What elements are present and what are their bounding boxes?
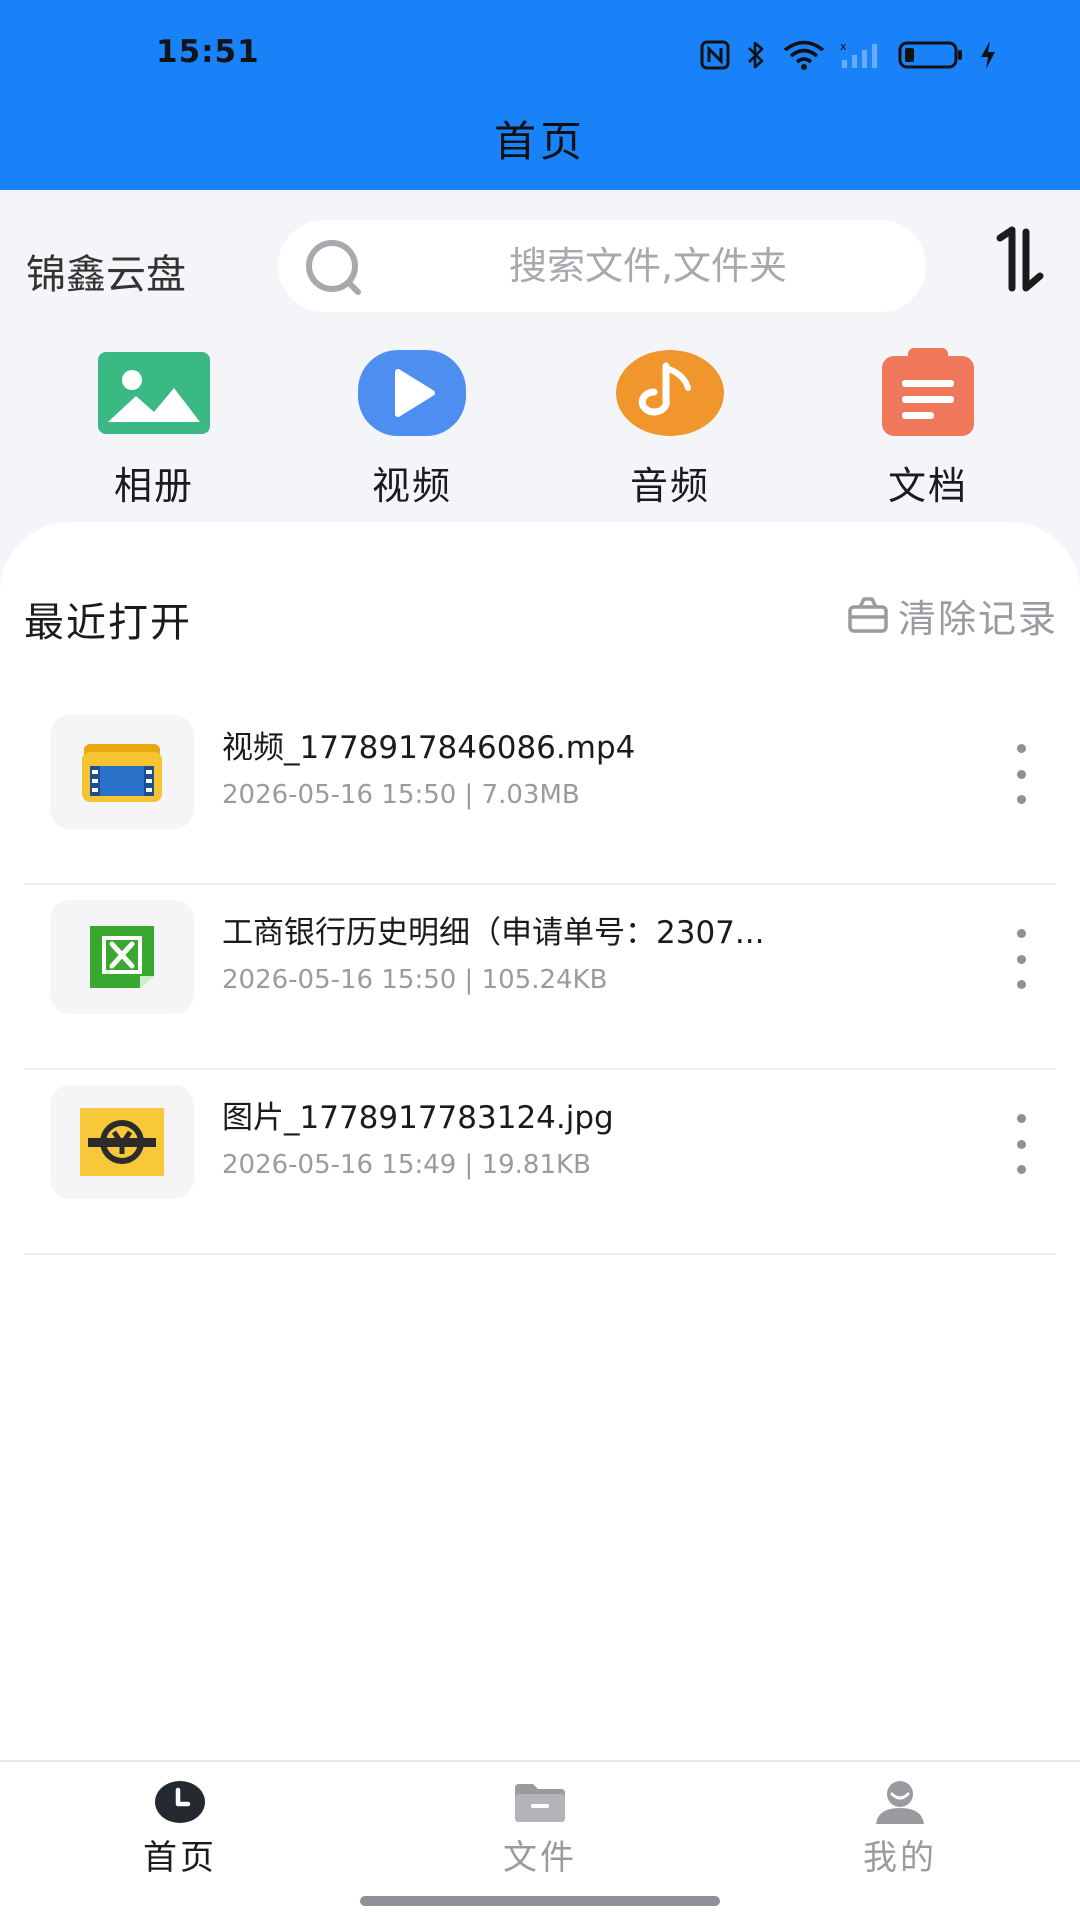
video-icon	[358, 349, 466, 436]
folder-icon	[515, 1784, 565, 1822]
nav-home[interactable]: 首页	[90, 1780, 270, 1890]
brand-name: 锦鑫云盘	[26, 252, 186, 298]
category-document[interactable]: 文档	[828, 340, 1028, 510]
image-file-icon	[80, 1108, 164, 1176]
user-icon	[876, 1781, 924, 1824]
nav-label: 我的	[863, 1838, 937, 1878]
category-label: 音频	[629, 464, 710, 508]
file-row[interactable]: 工商银行历史明细（申请单号：2307... 2026-05-16 15:50 |…	[24, 885, 1056, 1070]
clear-history-label: 清除记录	[897, 596, 1058, 641]
category-grid: 相册 视频 音频 文档	[0, 340, 1080, 520]
excel-file-icon	[90, 926, 154, 988]
album-icon	[98, 351, 210, 434]
document-icon	[882, 347, 974, 436]
clear-history-button[interactable]: 清除记录	[846, 590, 1058, 641]
more-options-icon[interactable]	[1006, 744, 1036, 804]
file-name: 图片_1778917783124.jpg	[222, 1100, 614, 1136]
file-row[interactable]: 视频_1778917846086.mp4 2026-05-16 15:50 | …	[24, 700, 1056, 885]
category-audio[interactable]: 音频	[570, 340, 770, 510]
signal-icon: x	[840, 40, 877, 68]
nav-files[interactable]: 文件	[450, 1780, 630, 1890]
file-name: 工商银行历史明细（申请单号：2307...	[222, 915, 765, 951]
category-video[interactable]: 视频	[312, 340, 512, 510]
search-icon	[306, 240, 361, 295]
bluetooth-icon	[748, 41, 764, 69]
nfc-icon	[700, 40, 730, 70]
video-file-icon	[82, 744, 162, 802]
wifi-icon	[783, 40, 825, 70]
top-header: 15:51 x 首页	[0, 0, 1080, 190]
search-input[interactable]	[388, 236, 908, 296]
more-options-icon[interactable]	[1006, 1114, 1036, 1174]
clear-icon	[848, 597, 888, 633]
clock-icon	[155, 1781, 205, 1823]
nav-profile[interactable]: 我的	[810, 1780, 990, 1890]
page-title: 首页	[493, 117, 586, 166]
more-options-icon[interactable]	[1006, 929, 1036, 989]
charging-icon	[981, 41, 995, 69]
category-album[interactable]: 相册	[54, 340, 254, 510]
svg-text:x: x	[840, 40, 847, 53]
nav-label: 文件	[503, 1838, 577, 1878]
status-time: 15:51	[156, 34, 260, 70]
category-label: 视频	[371, 464, 452, 508]
search-bar[interactable]	[278, 220, 926, 312]
category-label: 相册	[113, 464, 194, 508]
category-label: 文档	[887, 464, 968, 508]
status-icons: x	[700, 38, 998, 72]
battery-icon	[898, 41, 962, 69]
file-meta: 2026-05-16 15:50 | 105.24KB	[222, 965, 608, 995]
file-name: 视频_1778917846086.mp4	[222, 730, 636, 766]
file-meta: 2026-05-16 15:49 | 19.81KB	[222, 1150, 591, 1180]
recent-file-list: 视频_1778917846086.mp4 2026-05-16 15:50 | …	[24, 700, 1056, 1255]
sort-icon[interactable]	[984, 226, 1054, 296]
nav-label: 首页	[143, 1838, 217, 1878]
file-meta: 2026-05-16 15:50 | 7.03MB	[222, 780, 580, 810]
file-row[interactable]: 图片_1778917783124.jpg 2026-05-16 15:49 | …	[24, 1070, 1056, 1255]
home-indicator[interactable]	[360, 1896, 720, 1906]
audio-icon	[616, 349, 724, 436]
recent-title: 最近打开	[24, 600, 192, 646]
